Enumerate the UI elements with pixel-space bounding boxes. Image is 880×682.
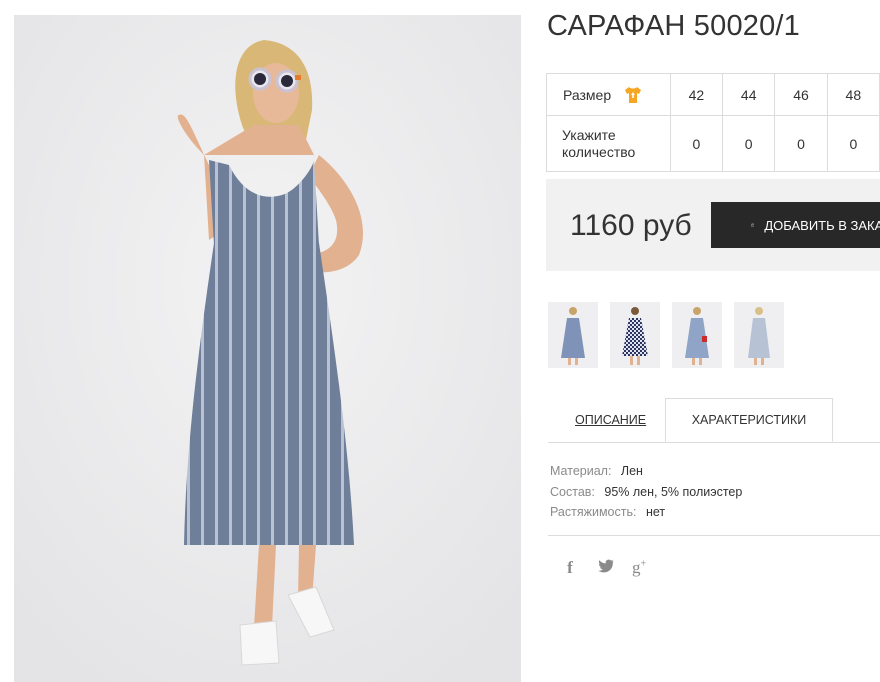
spec-row: Материал: Лен (550, 461, 742, 482)
thumbnail[interactable] (734, 302, 784, 368)
size-cell: 44 (722, 73, 776, 116)
quantity-label-cell: Укажите количество (546, 115, 671, 172)
size-label: Размер (563, 86, 612, 103)
add-to-order-label: ДОБАВИТЬ В ЗАКАЗ (764, 217, 880, 233)
google-plus-sup: + (640, 558, 647, 570)
spec-value: Лен (620, 464, 643, 478)
quantity-input[interactable]: 0 (669, 115, 724, 172)
quantity-input[interactable]: 0 (774, 115, 828, 172)
size-quantity-table: Размер 42 44 46 48 Укажите количество 0 … (546, 73, 880, 172)
quantity-row: Укажите количество 0 0 0 0 (546, 115, 880, 172)
tab-description[interactable]: ОПИСАНИЕ (575, 398, 646, 442)
buy-panel: 1160 руб ДОБАВИТЬ В ЗАКАЗ (546, 179, 880, 271)
size-cell: 42 (669, 73, 724, 116)
thumbnail-strip (548, 302, 784, 368)
spec-value: нет (645, 505, 666, 519)
spec-row: Состав: 95% лен, 5% полиэстер (550, 482, 742, 503)
thumbnail[interactable] (610, 302, 660, 368)
shopping-bag-icon (751, 223, 755, 227)
thumbnail[interactable] (548, 302, 598, 368)
social-share: f g+ (560, 558, 646, 578)
product-tabs: ОПИСАНИЕ ХАРАКТЕРИСТИКИ (548, 398, 880, 443)
divider (548, 535, 880, 536)
google-plus-letter: g (632, 558, 641, 577)
quantity-input[interactable]: 0 (722, 115, 776, 172)
google-plus-icon[interactable]: g+ (632, 558, 646, 578)
product-title: САРАФАН 50020/1 (547, 10, 801, 42)
size-cell: 48 (826, 73, 880, 116)
size-cell: 46 (774, 73, 828, 116)
quantity-label: Укажите количество (562, 126, 636, 160)
price: 1160 руб (570, 209, 692, 242)
spec-row: Растяжимость: нет (550, 502, 742, 523)
spec-key: Состав: (550, 484, 595, 499)
specs-list: Материал: Лен Состав: 95% лен, 5% полиэс… (550, 461, 742, 523)
add-to-order-button[interactable]: ДОБАВИТЬ В ЗАКАЗ (711, 202, 880, 248)
twitter-icon[interactable] (598, 559, 614, 578)
tshirt-icon[interactable] (623, 85, 643, 105)
size-row: Размер 42 44 46 48 (546, 73, 880, 116)
spec-key: Растяжимость: (550, 505, 637, 519)
thumbnail[interactable] (672, 302, 722, 368)
quantity-input[interactable]: 0 (826, 115, 880, 172)
spec-key: Материал: (550, 464, 612, 478)
main-product-image[interactable] (14, 15, 521, 682)
tab-characteristics[interactable]: ХАРАКТЕРИСТИКИ (665, 398, 833, 442)
spec-value: 95% лен, 5% полиэстер (604, 484, 743, 499)
facebook-icon[interactable]: f (560, 558, 580, 578)
size-label-cell: Размер (546, 73, 671, 116)
